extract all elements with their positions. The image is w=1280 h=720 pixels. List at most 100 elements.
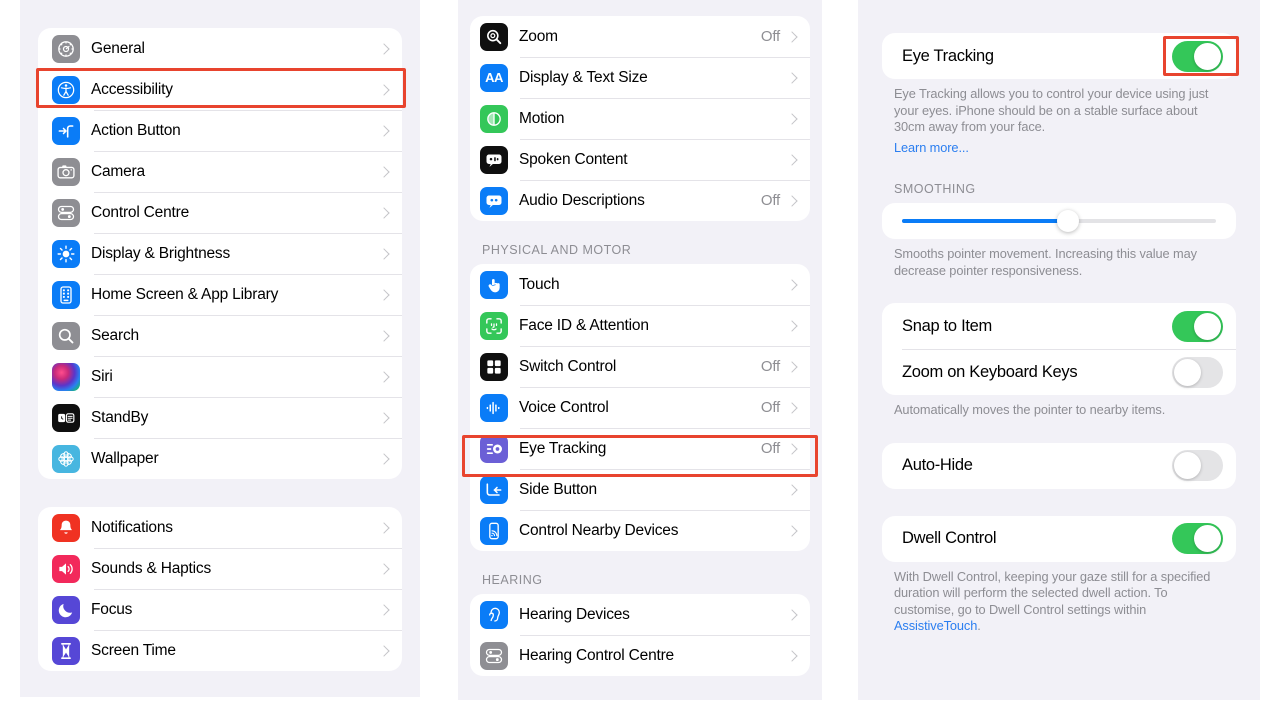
- list-item-label: Zoom: [519, 27, 558, 45]
- list-item-siri[interactable]: Siri: [38, 356, 402, 397]
- settings-group-primary: General Accessibility Action Button Camera C…: [38, 28, 402, 479]
- autohide-group: Auto-Hide: [882, 442, 1236, 489]
- list-item-label: Wallpaper: [91, 449, 159, 467]
- smoothing-slider-thumb[interactable]: [1057, 210, 1080, 232]
- chevron-right-icon: [378, 644, 390, 657]
- auto-hide-toggle[interactable]: [1172, 450, 1223, 481]
- eye-tracking-toggle[interactable]: [1172, 40, 1223, 72]
- chevron-right-icon: [378, 603, 390, 616]
- list-item-display-text-size[interactable]: AA Display & Text Size: [470, 57, 810, 98]
- chevron-right-icon: [378, 206, 390, 219]
- list-item-action-button[interactable]: Action Button: [38, 110, 402, 151]
- chevron-right-icon: [786, 112, 798, 125]
- chevron-right-icon: [378, 124, 390, 137]
- snap-to-item-label: Snap to Item: [902, 316, 992, 335]
- home-screen-icon: [52, 280, 80, 309]
- list-item-spoken-content[interactable]: Spoken Content: [470, 139, 810, 180]
- list-item-motion[interactable]: Motion: [470, 98, 810, 139]
- list-item-label: Spoken Content: [519, 150, 628, 168]
- chevron-right-icon: [378, 329, 390, 342]
- list-item-label: Focus: [91, 600, 133, 618]
- chevron-right-icon: [786, 649, 798, 662]
- chevron-right-icon: [786, 30, 798, 43]
- list-item-value: Off: [760, 440, 780, 457]
- list-item-audio-descriptions[interactable]: Audio Descriptions Off: [470, 180, 810, 221]
- zoom-keyboard-keys-row[interactable]: Zoom on Keyboard Keys: [882, 349, 1236, 395]
- list-item-search[interactable]: Search: [38, 315, 402, 356]
- toggle-knob: [1194, 42, 1221, 70]
- list-item-face-id-attention[interactable]: Face ID & Attention: [470, 305, 810, 346]
- dwell-group: Dwell Control: [882, 515, 1236, 562]
- list-item-accessibility[interactable]: Accessibility: [38, 69, 402, 110]
- list-item-side-button[interactable]: Side Button: [470, 469, 810, 510]
- list-item-zoom[interactable]: Zoom Off: [470, 16, 810, 57]
- text-size-icon: AA: [480, 63, 508, 92]
- zoom-keyboard-keys-label: Zoom on Keyboard Keys: [902, 362, 1078, 381]
- chevron-right-icon: [786, 483, 798, 496]
- chevron-right-icon: [378, 562, 390, 575]
- smoothing-slider[interactable]: [902, 210, 1216, 232]
- dwell-control-toggle[interactable]: [1172, 523, 1223, 554]
- toggle-knob: [1194, 525, 1221, 552]
- screenshot-root: General Accessibility Action Button Camera C…: [0, 0, 1280, 720]
- snap-to-item-row[interactable]: Snap to Item: [882, 303, 1236, 349]
- auto-hide-row[interactable]: Auto-Hide: [882, 443, 1236, 489]
- zoom-keyboard-keys-toggle[interactable]: [1172, 356, 1223, 388]
- list-item-label: Face ID & Attention: [519, 316, 649, 334]
- list-item-focus[interactable]: Focus: [38, 589, 402, 630]
- list-item-eye-tracking[interactable]: Eye Tracking Off: [470, 428, 810, 469]
- nearby-devices-icon: [480, 516, 508, 545]
- switch-control-icon: [480, 352, 508, 381]
- chevron-right-icon: [378, 370, 390, 383]
- list-item-switch-control[interactable]: Switch Control Off: [470, 346, 810, 387]
- list-item-wallpaper[interactable]: Wallpaper: [38, 438, 402, 479]
- toggle-knob: [1174, 452, 1201, 479]
- voice-control-icon: [480, 393, 508, 422]
- face-id-icon: [480, 311, 508, 340]
- siri-icon: [52, 362, 80, 391]
- smoothing-footnote: Smooths pointer movement. Increasing thi…: [894, 246, 1197, 278]
- spoken-content-icon: [480, 145, 508, 174]
- list-item-label: Audio Descriptions: [519, 191, 645, 209]
- chevron-right-icon: [786, 442, 798, 455]
- list-item-general[interactable]: General: [38, 28, 402, 69]
- list-item-control-nearby-devices[interactable]: Control Nearby Devices: [470, 510, 810, 551]
- action-button-icon: [52, 116, 80, 145]
- list-item-screen-time[interactable]: Screen Time: [38, 630, 402, 671]
- chevron-right-icon: [378, 288, 390, 301]
- eye-tracking-main-row[interactable]: Eye Tracking: [882, 33, 1236, 79]
- sounds-icon: [52, 554, 80, 583]
- list-item-label: Touch: [519, 275, 560, 293]
- dwell-control-row[interactable]: Dwell Control: [882, 516, 1236, 562]
- list-item-label: Control Centre: [91, 203, 189, 221]
- list-item-voice-control[interactable]: Voice Control Off: [470, 387, 810, 428]
- eye-tracking-main-group: Eye Tracking: [882, 33, 1236, 79]
- list-item-label: Control Nearby Devices: [519, 521, 679, 539]
- chevron-right-icon: [378, 165, 390, 178]
- list-item-display-brightness[interactable]: Display & Brightness: [38, 233, 402, 274]
- snap-to-item-toggle[interactable]: [1172, 310, 1223, 342]
- list-item-control-centre[interactable]: Control Centre: [38, 192, 402, 233]
- notifications-icon: [52, 513, 80, 542]
- learn-more-row: Learn more...: [858, 136, 1260, 157]
- list-item-hearing-control-centre[interactable]: Hearing Control Centre: [470, 635, 810, 676]
- dwell-footnote-period: .: [977, 618, 981, 633]
- list-item-label: Accessibility: [91, 80, 173, 98]
- list-item-label: Display & Brightness: [91, 244, 231, 262]
- wallpaper-icon: [52, 444, 80, 473]
- learn-more-link[interactable]: Learn more...: [894, 140, 969, 155]
- list-item-camera[interactable]: Camera: [38, 151, 402, 192]
- chevron-right-icon: [786, 524, 798, 537]
- list-item-notifications[interactable]: Notifications: [38, 507, 402, 548]
- assistive-touch-link[interactable]: AssistiveTouch: [894, 618, 977, 633]
- chevron-right-icon: [378, 42, 390, 55]
- dwell-footnote: With Dwell Control, keeping your gaze st…: [858, 562, 1260, 635]
- section-header-physical: PHYSICAL AND MOTOR: [482, 243, 632, 257]
- list-item-touch[interactable]: Touch: [470, 264, 810, 305]
- list-item-hearing-devices[interactable]: Hearing Devices: [470, 594, 810, 635]
- list-item-label: Motion: [519, 109, 565, 127]
- eye-tracking-label: Eye Tracking: [902, 46, 994, 65]
- list-item-home-screen-app-library[interactable]: Home Screen & App Library: [38, 274, 402, 315]
- list-item-standby[interactable]: StandBy: [38, 397, 402, 438]
- list-item-sounds-haptics[interactable]: Sounds & Haptics: [38, 548, 402, 589]
